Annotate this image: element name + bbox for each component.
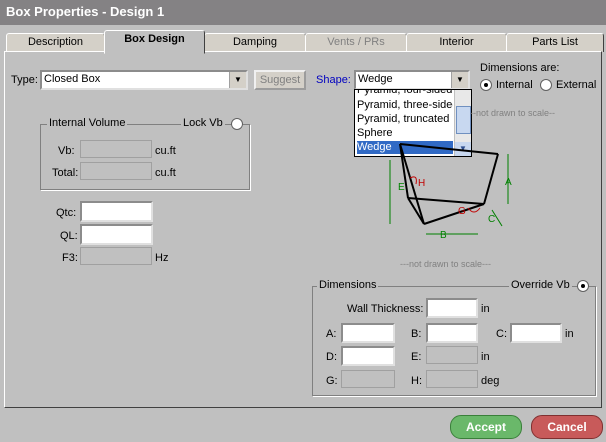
tab-interior[interactable]: Interior xyxy=(406,33,507,52)
dim-c-label: C: xyxy=(496,328,507,340)
tab-strip: Description Box Design Damping Vents / P… xyxy=(0,25,606,54)
total-field xyxy=(80,162,152,180)
shape-option[interactable]: Pyramid, four-sided xyxy=(357,90,453,97)
dimensions-are-label: Dimensions are: xyxy=(480,62,560,74)
accept-button[interactable]: Accept xyxy=(450,415,522,439)
vb-unit: cu.ft xyxy=(155,145,176,157)
diagram-label-c: C xyxy=(488,214,496,225)
lock-vb-radio[interactable] xyxy=(231,118,243,130)
dim-e-label: E: xyxy=(411,351,422,363)
dim-h-label: H: xyxy=(411,375,422,387)
tab-parts-list[interactable]: Parts List xyxy=(506,33,604,52)
cancel-button[interactable]: Cancel xyxy=(531,415,603,439)
shape-select[interactable]: Wedge ▼ xyxy=(354,70,470,90)
vb-label: Vb: xyxy=(58,145,75,157)
tab-damping[interactable]: Damping xyxy=(204,33,306,52)
tab-vents-prs: Vents / PRs xyxy=(305,33,407,52)
dim-b-label: B: xyxy=(411,328,422,340)
ql-field[interactable] xyxy=(80,224,153,245)
type-value: Closed Box xyxy=(44,73,101,85)
external-label: External xyxy=(556,79,597,91)
dim-h-unit: deg xyxy=(481,375,500,387)
dim-a-label: A: xyxy=(326,328,337,340)
lock-vb-label: Lock Vb xyxy=(181,117,225,129)
f3-field xyxy=(80,247,152,265)
suggest-button: Suggest xyxy=(254,70,306,90)
total-label: Total: xyxy=(52,167,79,179)
diagram-note-top: --not drawn to scale-- xyxy=(470,108,556,118)
wall-thickness-field[interactable] xyxy=(426,298,478,318)
shape-label: Shape: xyxy=(316,74,351,86)
qtc-field[interactable] xyxy=(80,201,153,222)
tab-description[interactable]: Description xyxy=(6,33,105,52)
diagram-label-b: B xyxy=(440,230,447,241)
qtc-label: Qtc: xyxy=(56,207,77,219)
wall-thickness-label: Wall Thickness: xyxy=(347,303,424,315)
external-radio[interactable] xyxy=(540,79,552,91)
ql-label: QL: xyxy=(60,230,78,242)
shape-value: Wedge xyxy=(358,73,393,85)
dim-e-unit: in xyxy=(481,351,490,363)
dim-h-field xyxy=(426,370,478,388)
dim-d-label: D: xyxy=(326,351,337,363)
dim-g-label: G: xyxy=(326,375,338,387)
diagram-label-g: G xyxy=(458,206,466,217)
tab-box-design[interactable]: Box Design xyxy=(104,30,205,54)
dim-b-field[interactable] xyxy=(426,323,478,343)
dim-e-field xyxy=(426,346,478,364)
diagram-label-h: H xyxy=(418,178,426,189)
wall-thickness-unit: in xyxy=(481,303,490,315)
scrollbar-thumb[interactable] xyxy=(456,106,471,134)
vb-field xyxy=(80,140,152,158)
dim-a-field[interactable] xyxy=(341,323,395,343)
title-bar: Box Properties - Design 1 xyxy=(0,0,606,25)
diagram-note-bottom: ---not drawn to scale--- xyxy=(400,259,492,269)
total-unit: cu.ft xyxy=(155,167,176,179)
dim-c-unit: in xyxy=(565,328,574,340)
override-vb-radio[interactable] xyxy=(577,280,589,292)
window-title: Box Properties - Design 1 xyxy=(6,4,165,19)
f3-label: F3: xyxy=(62,252,78,264)
override-vb-label: Override Vb xyxy=(509,279,572,291)
chevron-down-icon[interactable]: ▼ xyxy=(229,72,246,88)
type-select[interactable]: Closed Box ▼ xyxy=(40,70,248,90)
dim-c-field[interactable] xyxy=(510,323,562,343)
shape-option[interactable]: Pyramid, three-sided xyxy=(357,99,453,112)
dim-d-field[interactable] xyxy=(341,346,395,366)
wedge-diagram xyxy=(389,143,509,235)
shape-option[interactable]: Pyramid, truncated xyxy=(357,113,453,126)
diagram-label-a: A xyxy=(505,177,512,188)
dim-g-field xyxy=(341,370,395,388)
chevron-down-icon[interactable]: ▼ xyxy=(451,72,468,88)
internal-radio[interactable] xyxy=(480,79,492,91)
diagram-label-e: E xyxy=(398,182,405,193)
internal-label: Internal xyxy=(496,79,533,91)
f3-unit: Hz xyxy=(155,252,169,264)
shape-option[interactable]: Sphere xyxy=(357,127,453,140)
internal-volume-caption: Internal Volume xyxy=(47,117,128,129)
type-label: Type: xyxy=(11,74,38,86)
dimensions-caption: Dimensions xyxy=(317,279,379,291)
